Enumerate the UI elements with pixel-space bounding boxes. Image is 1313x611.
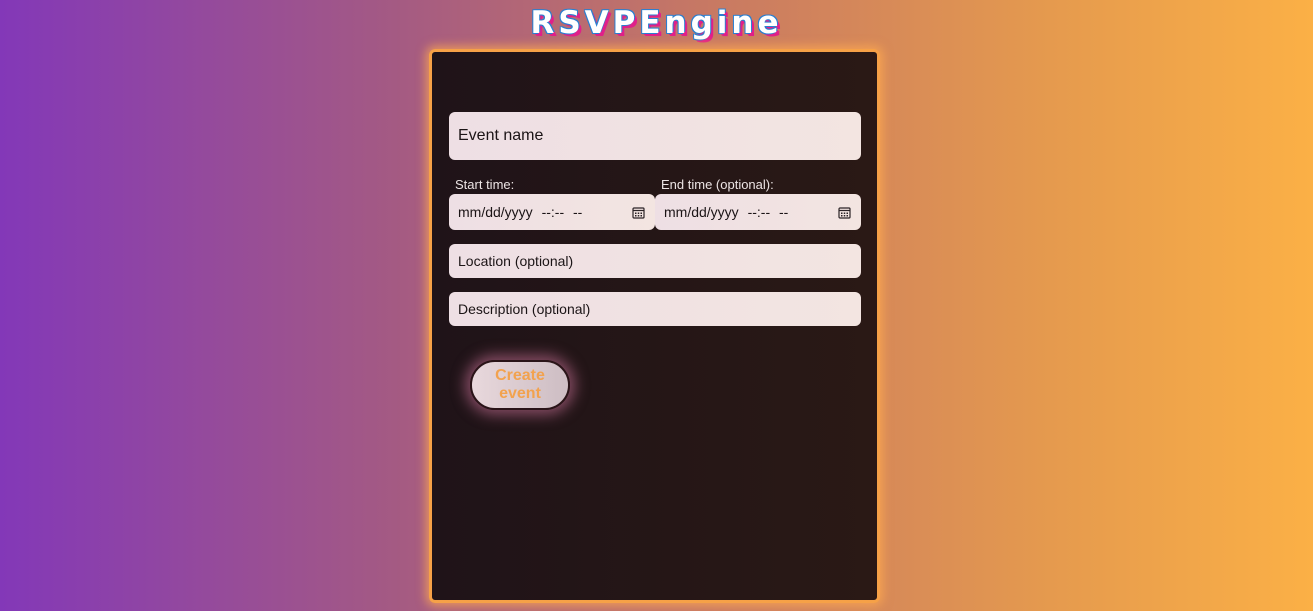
start-hour-segment[interactable]: --:-- <box>542 204 565 220</box>
description-placeholder: Description (optional) <box>458 301 591 317</box>
location-placeholder: Location (optional) <box>458 253 574 269</box>
start-ampm-segment[interactable]: -- <box>573 204 582 220</box>
create-event-card: Event name Start time: End time (optiona… <box>429 49 880 603</box>
start-time-placeholder: mm/dd/yyyy --:-- -- <box>458 204 587 220</box>
end-time-input[interactable]: mm/dd/yyyy --:-- -- <box>655 194 861 230</box>
end-hour-segment[interactable]: --:-- <box>748 204 771 220</box>
event-name-input[interactable]: Event name <box>449 112 861 160</box>
create-event-button[interactable]: Create event <box>470 360 570 410</box>
end-time-label: End time (optional): <box>661 177 774 192</box>
end-time-placeholder: mm/dd/yyyy --:-- -- <box>664 204 793 220</box>
description-input[interactable]: Description (optional) <box>449 292 861 326</box>
location-input[interactable]: Location (optional) <box>449 244 861 278</box>
calendar-icon[interactable] <box>632 206 645 219</box>
start-date-segment[interactable]: mm/dd/yyyy <box>458 204 533 220</box>
start-time-label: Start time: <box>455 177 515 192</box>
event-name-placeholder: Event name <box>458 127 544 144</box>
end-date-segment[interactable]: mm/dd/yyyy <box>664 204 739 220</box>
end-ampm-segment[interactable]: -- <box>779 204 788 220</box>
app-title: RSVPEngine <box>530 5 783 41</box>
calendar-icon[interactable] <box>838 206 851 219</box>
start-time-input[interactable]: mm/dd/yyyy --:-- -- <box>449 194 655 230</box>
